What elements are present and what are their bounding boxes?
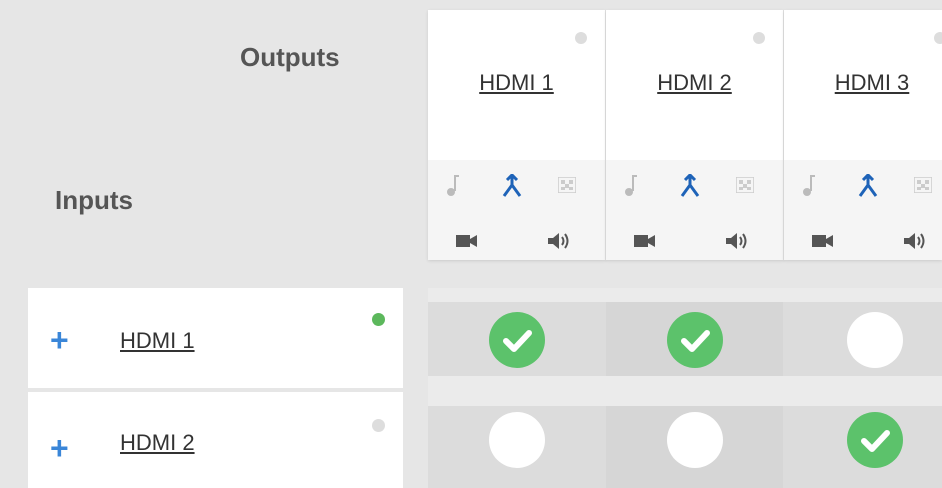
music-note-icon[interactable] bbox=[624, 175, 638, 197]
output-status-dot bbox=[753, 32, 765, 44]
input-card-hdmi-1: + HDMI 1 bbox=[28, 288, 403, 388]
add-icon[interactable]: + bbox=[50, 324, 69, 356]
output-card-hdmi-2: HDMI 2 bbox=[606, 10, 784, 260]
output-card-hdmi-3: HDMI 3 bbox=[784, 10, 942, 260]
output-icon-bar bbox=[428, 160, 605, 260]
output-status-dot bbox=[575, 32, 587, 44]
check-icon bbox=[681, 330, 710, 352]
outputs-heading: Outputs bbox=[240, 42, 340, 72]
video-camera-icon[interactable] bbox=[812, 233, 834, 249]
output-name-link[interactable]: HDMI 2 bbox=[606, 70, 783, 96]
routing-cell[interactable] bbox=[847, 412, 903, 468]
output-name-link[interactable]: HDMI 1 bbox=[428, 70, 605, 96]
merge-arrows-icon[interactable] bbox=[501, 174, 523, 198]
merge-arrows-icon[interactable] bbox=[679, 174, 701, 198]
input-name-link[interactable]: HDMI 2 bbox=[120, 430, 195, 456]
pattern-grid-icon[interactable] bbox=[736, 177, 754, 193]
routing-cell[interactable] bbox=[489, 312, 545, 368]
input-status-dot bbox=[372, 313, 385, 326]
routing-cell[interactable] bbox=[667, 312, 723, 368]
pattern-grid-icon[interactable] bbox=[558, 177, 576, 193]
pattern-grid-icon[interactable] bbox=[914, 177, 932, 193]
add-icon[interactable]: + bbox=[50, 432, 69, 464]
output-status-dot bbox=[934, 32, 942, 44]
music-note-icon[interactable] bbox=[446, 175, 460, 197]
speaker-icon[interactable] bbox=[902, 230, 928, 252]
routing-cell[interactable] bbox=[847, 312, 903, 368]
input-name-link[interactable]: HDMI 1 bbox=[120, 328, 195, 354]
input-status-dot bbox=[372, 419, 385, 432]
video-camera-icon[interactable] bbox=[456, 233, 478, 249]
grid-separator bbox=[428, 288, 942, 302]
check-icon bbox=[861, 430, 890, 452]
output-icon-bar bbox=[784, 160, 942, 260]
grid-separator bbox=[428, 376, 942, 406]
output-icon-bar bbox=[606, 160, 783, 260]
video-camera-icon[interactable] bbox=[634, 233, 656, 249]
speaker-icon[interactable] bbox=[724, 230, 750, 252]
routing-cell[interactable] bbox=[667, 412, 723, 468]
inputs-heading: Inputs bbox=[55, 185, 133, 215]
output-name-link[interactable]: HDMI 3 bbox=[784, 70, 942, 96]
check-icon bbox=[503, 330, 532, 352]
merge-arrows-icon[interactable] bbox=[857, 174, 879, 198]
speaker-icon[interactable] bbox=[546, 230, 572, 252]
input-card-hdmi-2: + HDMI 2 bbox=[28, 392, 403, 488]
music-note-icon[interactable] bbox=[802, 175, 816, 197]
output-card-hdmi-1: HDMI 1 bbox=[428, 10, 606, 260]
routing-cell[interactable] bbox=[489, 412, 545, 468]
